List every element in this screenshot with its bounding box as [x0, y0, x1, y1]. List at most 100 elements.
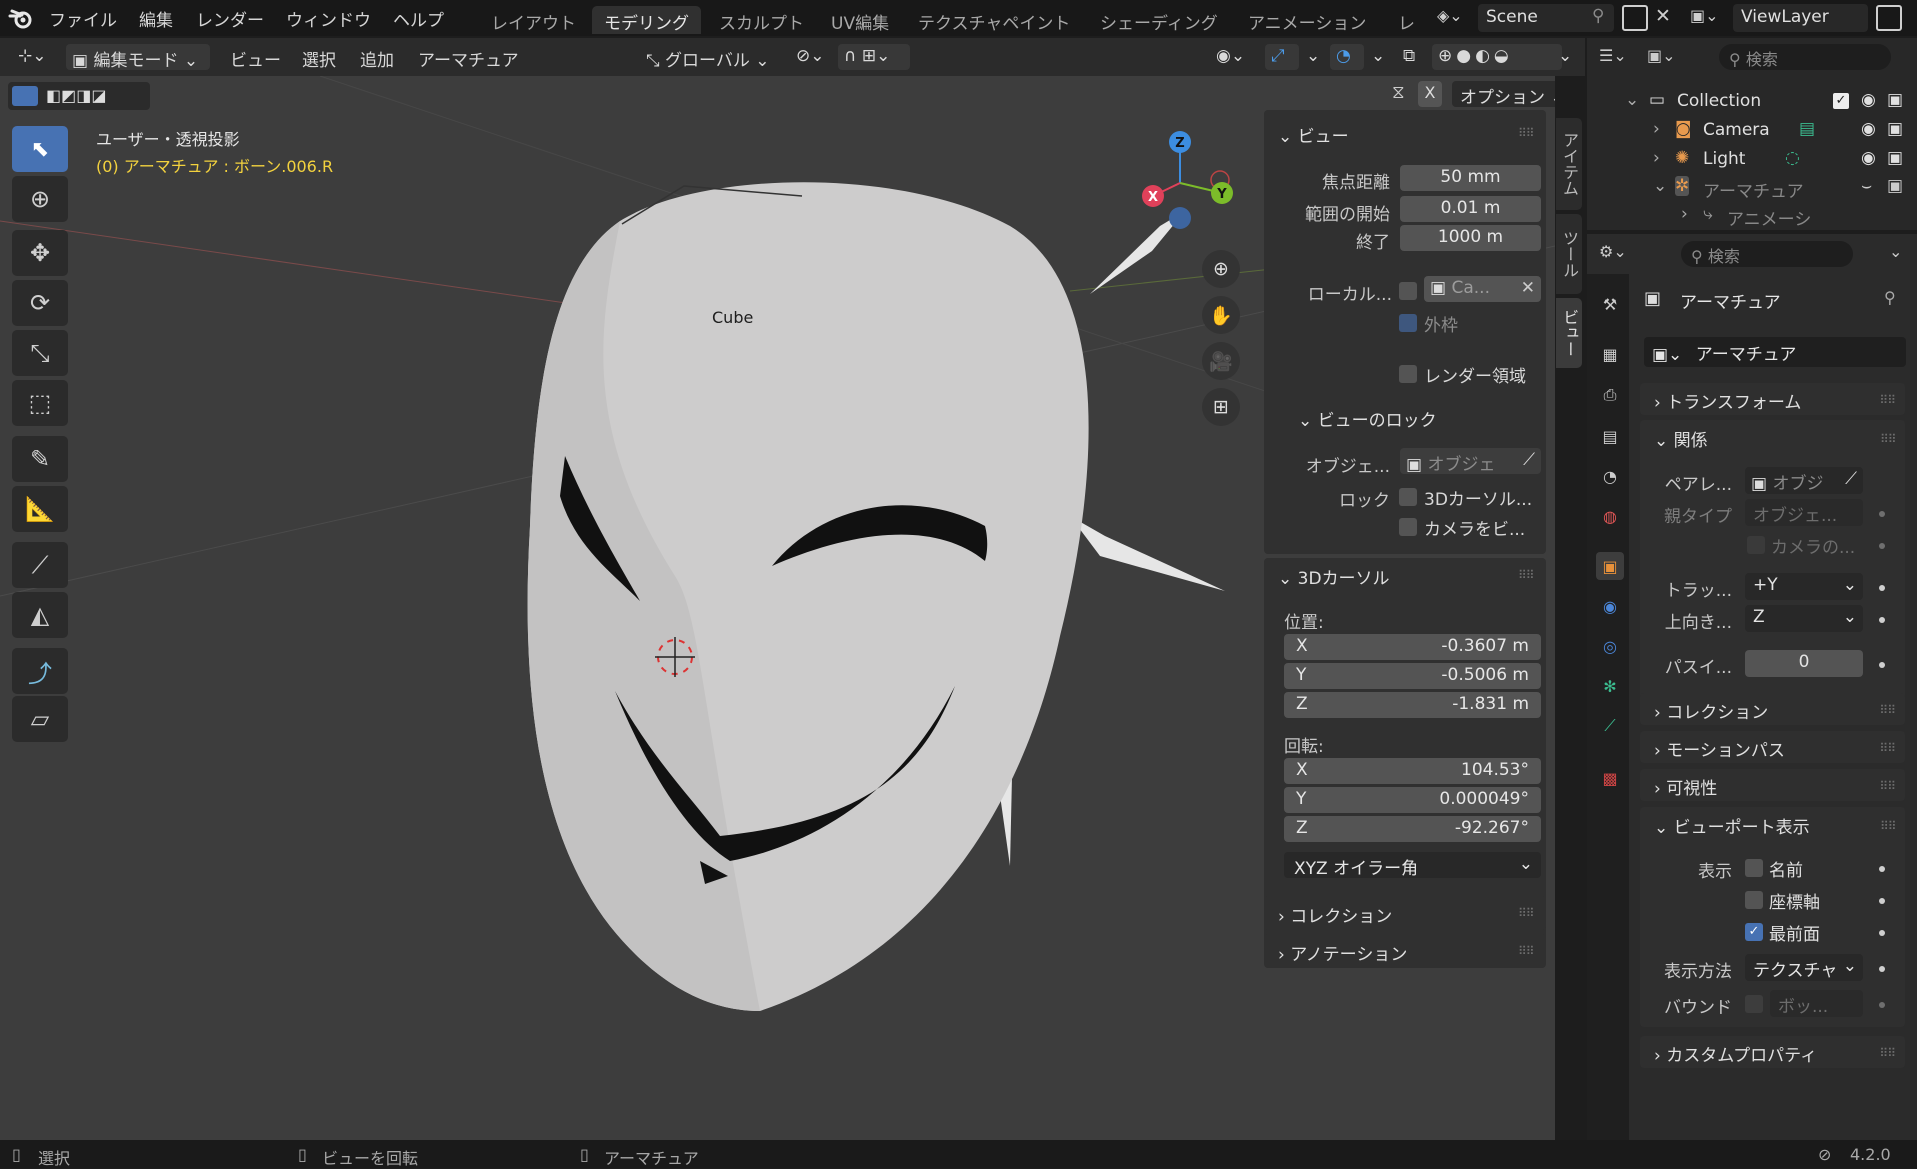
- camera-view-icon[interactable]: 🎥: [1202, 342, 1240, 380]
- tab-tool[interactable]: ツール: [1556, 214, 1582, 294]
- outliner-row-animation[interactable]: › ⤷ アニメーシ: [1587, 202, 1917, 226]
- properties-editor-icon[interactable]: ⚙⌄: [1599, 242, 1627, 261]
- keyframe-dot-icon[interactable]: [1879, 617, 1885, 623]
- menu-help[interactable]: ヘルプ: [393, 6, 444, 31]
- drag-grip-icon[interactable]: ⠿⠿: [1518, 126, 1535, 140]
- expand-chevron-icon[interactable]: ›: [1653, 119, 1660, 139]
- transform-section[interactable]: › トランスフォーム ⠿⠿: [1640, 383, 1905, 415]
- shading-mode-group[interactable]: ⊕●◐◒: [1432, 44, 1562, 70]
- clip-start-field[interactable]: 0.01 m: [1400, 196, 1541, 222]
- new-view-layer-icon[interactable]: [1876, 5, 1902, 31]
- drag-grip-icon[interactable]: ⠿⠿: [1879, 779, 1896, 793]
- transform-orientation-dropdown[interactable]: ⤡ グローバル ⌄: [640, 44, 780, 71]
- drag-grip-icon[interactable]: ⠿⠿: [1518, 906, 1535, 920]
- cursor-rot-z-field[interactable]: Z -92.267°: [1284, 816, 1541, 842]
- object-browse-icon[interactable]: ▣⌄: [1652, 345, 1688, 365]
- parent-field[interactable]: ▣ オブジ ⟋: [1745, 467, 1863, 494]
- mirror-x-toggle[interactable]: X: [1418, 81, 1442, 107]
- tab-item[interactable]: アイテム: [1556, 118, 1582, 210]
- expand-chevron-icon[interactable]: ›: [1681, 204, 1688, 224]
- view-layer-icon[interactable]: ▣⌄: [1690, 6, 1719, 25]
- menu-select[interactable]: 選択: [296, 44, 342, 71]
- menu-armature[interactable]: アーマチュア: [412, 44, 525, 71]
- render-region-checkbox[interactable]: [1399, 365, 1417, 383]
- cursor-rot-x-field[interactable]: X 104.53°: [1284, 758, 1541, 784]
- texture-tab-icon[interactable]: ▩: [1596, 764, 1624, 792]
- navigation-gizmo[interactable]: Z Y X: [1120, 128, 1240, 238]
- tab-more[interactable]: レ: [1386, 6, 1427, 34]
- keyframe-dot-icon[interactable]: [1879, 511, 1885, 517]
- modifier-tab-icon[interactable]: ◉: [1596, 592, 1624, 620]
- outliner-row-camera[interactable]: › ◙ Camera ▤ ◉ ▣: [1587, 117, 1917, 145]
- object-tab-icon[interactable]: ▣: [1596, 552, 1624, 580]
- physics-tab-icon[interactable]: ◎: [1596, 632, 1624, 660]
- collections-section[interactable]: › コレクション ⠿⠿: [1640, 693, 1905, 725]
- render-camera-icon[interactable]: ▣: [1887, 176, 1903, 196]
- cursor-section-header[interactable]: ⌄ 3Dカーソル: [1278, 564, 1390, 589]
- properties-search-input[interactable]: ⚲ 検索: [1681, 241, 1853, 267]
- drag-grip-icon[interactable]: ⠿⠿: [1880, 819, 1897, 833]
- tool-tab-icon[interactable]: ⚒: [1596, 290, 1624, 318]
- camera-parent-checkbox[interactable]: [1747, 536, 1765, 554]
- keyframe-dot-icon[interactable]: [1879, 930, 1885, 936]
- view-layer-tab-icon[interactable]: ▤: [1596, 422, 1624, 450]
- bone-tab-icon[interactable]: ⟋: [1596, 712, 1624, 740]
- eyedropper-icon[interactable]: ⟋: [1523, 450, 1535, 470]
- display-mode-icon[interactable]: ▣⌄: [1647, 46, 1676, 65]
- show-axes-checkbox[interactable]: [1745, 891, 1763, 909]
- menu-edit[interactable]: 編集: [139, 6, 173, 31]
- hidden-eye-icon[interactable]: ⌣: [1861, 176, 1872, 196]
- outliner-row-light[interactable]: › ✺ Light ◌ ◉ ▣: [1587, 146, 1917, 174]
- collection-section-header[interactable]: › コレクション: [1278, 902, 1392, 927]
- keyframe-dot-icon[interactable]: [1879, 543, 1885, 549]
- pin-icon[interactable]: ⚲: [1592, 6, 1604, 26]
- local-camera-field[interactable]: ▣ Ca... ✕: [1424, 276, 1541, 302]
- local-camera-checkbox[interactable]: [1399, 282, 1417, 300]
- track-axis-dropdown[interactable]: +Y ⌄: [1745, 573, 1863, 600]
- lock-object-field[interactable]: ▣ オブジェ ⟋: [1400, 448, 1541, 475]
- tab-texture-paint[interactable]: テクスチャペイント: [906, 6, 1082, 34]
- scene-icon[interactable]: ◈⌄: [1437, 6, 1471, 30]
- tab-layout[interactable]: レイアウト: [479, 6, 588, 34]
- object-name-field[interactable]: ▣⌄ アーマチュア: [1644, 337, 1906, 367]
- focal-length-field[interactable]: 50 mm: [1400, 165, 1541, 191]
- menu-add[interactable]: 追加: [354, 44, 400, 71]
- view-lock-section-header[interactable]: ⌄ ビューのロック: [1298, 406, 1437, 431]
- mode-dropdown[interactable]: ▣ 編集モード ⌄: [66, 44, 210, 71]
- outliner-row-collection[interactable]: ⌄ ▭ Collection ✓ ◉ ▣: [1587, 88, 1917, 116]
- menu-window[interactable]: ウィンドウ: [286, 6, 371, 31]
- select-tool-button[interactable]: ⬉: [12, 126, 68, 172]
- close-scene-icon[interactable]: ✕: [1655, 5, 1671, 27]
- bone-envelope-tool-button[interactable]: ▱: [12, 696, 68, 742]
- tab-shading[interactable]: シェーディング: [1088, 6, 1230, 34]
- scene-tab-icon[interactable]: ◔: [1596, 462, 1624, 490]
- render-camera-icon[interactable]: ▣: [1887, 90, 1903, 110]
- display-as-dropdown[interactable]: テクスチャ ⌄: [1745, 954, 1863, 981]
- keyframe-dot-icon[interactable]: [1879, 585, 1885, 591]
- light-data-icon[interactable]: ◌: [1785, 148, 1800, 168]
- mirror-icon[interactable]: ⧖: [1392, 82, 1405, 103]
- object-data-tab-icon[interactable]: ✻: [1596, 672, 1624, 700]
- perspective-grid-icon[interactable]: ⊞: [1202, 388, 1240, 426]
- gizmo-dropdown-icon[interactable]: ⌄: [1300, 44, 1326, 70]
- annotation-section-header[interactable]: › アノテーション: [1278, 940, 1407, 965]
- snap-toggle[interactable]: ∩ ⊞⌄: [838, 44, 910, 70]
- bone-size-tool-button[interactable]: ◭: [12, 592, 68, 638]
- drag-grip-icon[interactable]: ⠿⠿: [1518, 568, 1535, 582]
- expand-chevron-icon[interactable]: ⌄: [1653, 176, 1667, 196]
- drag-grip-icon[interactable]: ⠿⠿: [1879, 741, 1896, 755]
- up-axis-dropdown[interactable]: Z ⌄: [1745, 605, 1863, 632]
- outliner-editor-icon[interactable]: ☰⌄: [1599, 46, 1627, 65]
- eye-icon[interactable]: ◉: [1861, 119, 1876, 139]
- cursor-loc-z-field[interactable]: Z -1.831 m: [1284, 692, 1541, 718]
- border-checkbox[interactable]: [1399, 314, 1417, 332]
- visibility-icon[interactable]: ◉⌄: [1210, 44, 1251, 70]
- tab-uv-editing[interactable]: UV編集: [819, 6, 901, 34]
- parent-type-dropdown[interactable]: オブジェ...: [1745, 499, 1863, 526]
- select-mode-group[interactable]: ◧◩◨◪: [8, 82, 150, 110]
- render-camera-icon[interactable]: ▣: [1887, 148, 1903, 168]
- gizmo-toggle-icon[interactable]: ⤢: [1265, 44, 1299, 70]
- pivot-icon[interactable]: ⊘⌄: [790, 44, 831, 70]
- drag-grip-icon[interactable]: ⠿⠿: [1879, 703, 1896, 717]
- drag-grip-icon[interactable]: ⠿⠿: [1879, 393, 1896, 407]
